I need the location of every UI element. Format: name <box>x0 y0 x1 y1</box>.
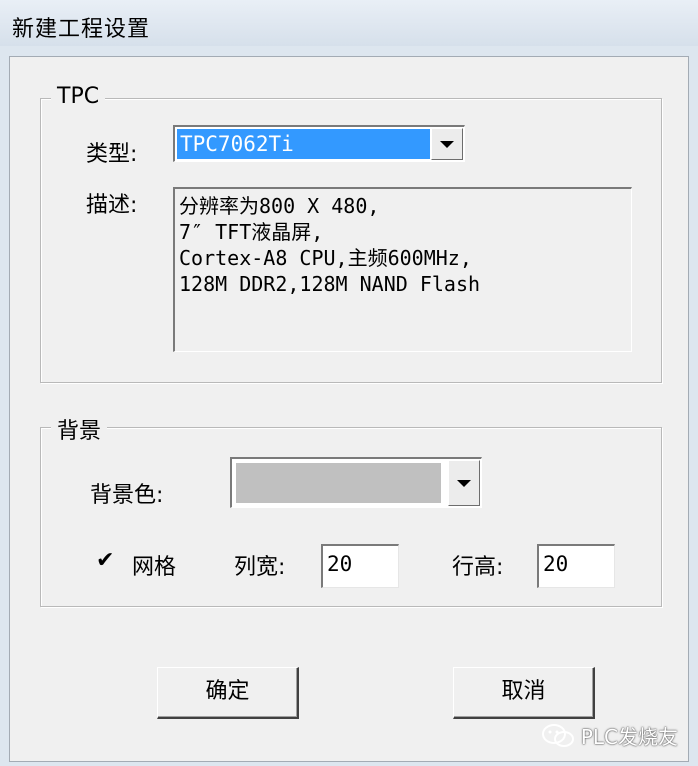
grid-checkbox[interactable]: ✔ <box>96 550 118 572</box>
type-select-value: TPC7062Ti <box>177 129 430 159</box>
watermark-text: PLC发烧友 <box>580 725 678 749</box>
background-color-label: 背景色: <box>90 483 164 508</box>
background-color-swatch <box>236 463 441 503</box>
chevron-down-icon[interactable] <box>431 128 463 160</box>
window-title: 新建工程设置 <box>12 17 151 42</box>
type-select[interactable]: TPC7062Ti <box>173 125 465 162</box>
ok-button[interactable]: 确定 <box>157 667 299 719</box>
row-height-input[interactable]: 20 <box>537 544 615 588</box>
cancel-button[interactable]: 取消 <box>453 667 595 719</box>
description-line: 分辨率为800 X 480, <box>179 194 380 218</box>
column-width-label: 列宽: <box>234 555 286 580</box>
watermark: PLC发烧友 <box>541 721 678 750</box>
dialog-body: TPC 类型: TPC7062Ti 描述: 分辨率为800 X 480, 7″ … <box>9 56 689 762</box>
description-label: 描述: <box>86 193 138 218</box>
description-line: Cortex-A8 CPU,主频600MHz, <box>179 246 472 270</box>
description-line: 7″ TFT液晶屏, <box>179 220 324 244</box>
row-height-label: 行高: <box>452 555 504 580</box>
description-line: 128M DDR2,128M NAND Flash <box>179 272 481 296</box>
grid-label: 网格 <box>132 555 177 580</box>
description-textarea[interactable]: 分辨率为800 X 480, 7″ TFT液晶屏, Cortex-A8 CPU,… <box>173 187 632 352</box>
background-color-select[interactable] <box>230 457 482 508</box>
tpc-group-legend: TPC <box>51 84 106 109</box>
background-group-legend: 背景 <box>51 413 108 445</box>
title-bar[interactable]: 新建工程设置 <box>0 0 698 46</box>
chevron-down-icon[interactable] <box>448 460 480 506</box>
column-width-input[interactable]: 20 <box>321 544 399 588</box>
wechat-icon <box>541 723 574 747</box>
type-label: 类型: <box>86 142 138 167</box>
